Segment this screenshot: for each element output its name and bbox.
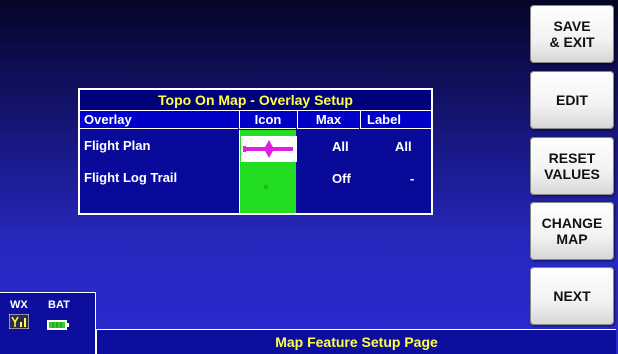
overlay-setup-panel: Topo On Map - Overlay Setup Overlay Icon… [78, 88, 433, 215]
header-icon: Icon [239, 111, 296, 129]
save-exit-button[interactable]: SAVE & EXIT [530, 5, 614, 63]
row-flight-plan-label[interactable]: All [395, 139, 412, 154]
header-overlay: Overlay [80, 111, 238, 129]
page-title-bar: Map Feature Setup Page [96, 329, 616, 354]
flight-plan-line-icon [241, 136, 297, 162]
next-button[interactable]: NEXT [530, 267, 614, 325]
reset-values-button[interactable]: RESET VALUES [530, 137, 614, 195]
row-flight-plan-name[interactable]: Flight Plan [84, 138, 150, 153]
wx-label: WX [10, 299, 28, 311]
row-flight-plan-max[interactable]: All [332, 139, 349, 154]
panel-title: Topo On Map - Overlay Setup [80, 90, 431, 111]
icon-column[interactable] [239, 130, 297, 213]
bat-label: BAT [48, 299, 70, 311]
row-flight-log-trail-max[interactable]: Off [332, 171, 351, 186]
edit-button[interactable]: EDIT [530, 71, 614, 129]
row-flight-log-trail-name[interactable]: Flight Log Trail [84, 170, 177, 185]
trail-dot-icon [264, 185, 268, 189]
change-map-button[interactable]: CHANGE MAP [530, 202, 614, 260]
header-max: Max [297, 111, 359, 129]
wx-signal-icon [8, 313, 30, 334]
battery-icon [47, 317, 69, 335]
status-panel: WX BAT [0, 292, 96, 354]
row-flight-log-trail-label[interactable]: - [410, 171, 414, 186]
header-label: Label [360, 111, 431, 129]
